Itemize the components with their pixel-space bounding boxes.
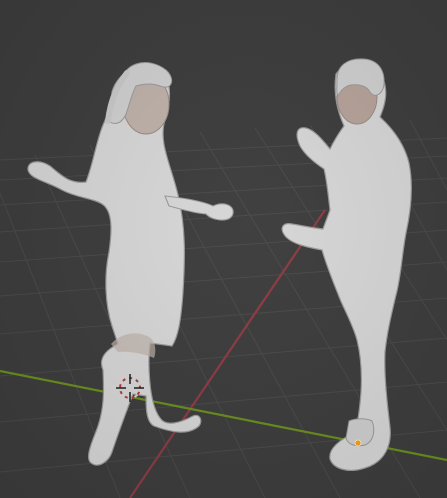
origin-dot-icon[interactable] xyxy=(354,439,362,447)
3d-viewport[interactable] xyxy=(0,0,447,498)
